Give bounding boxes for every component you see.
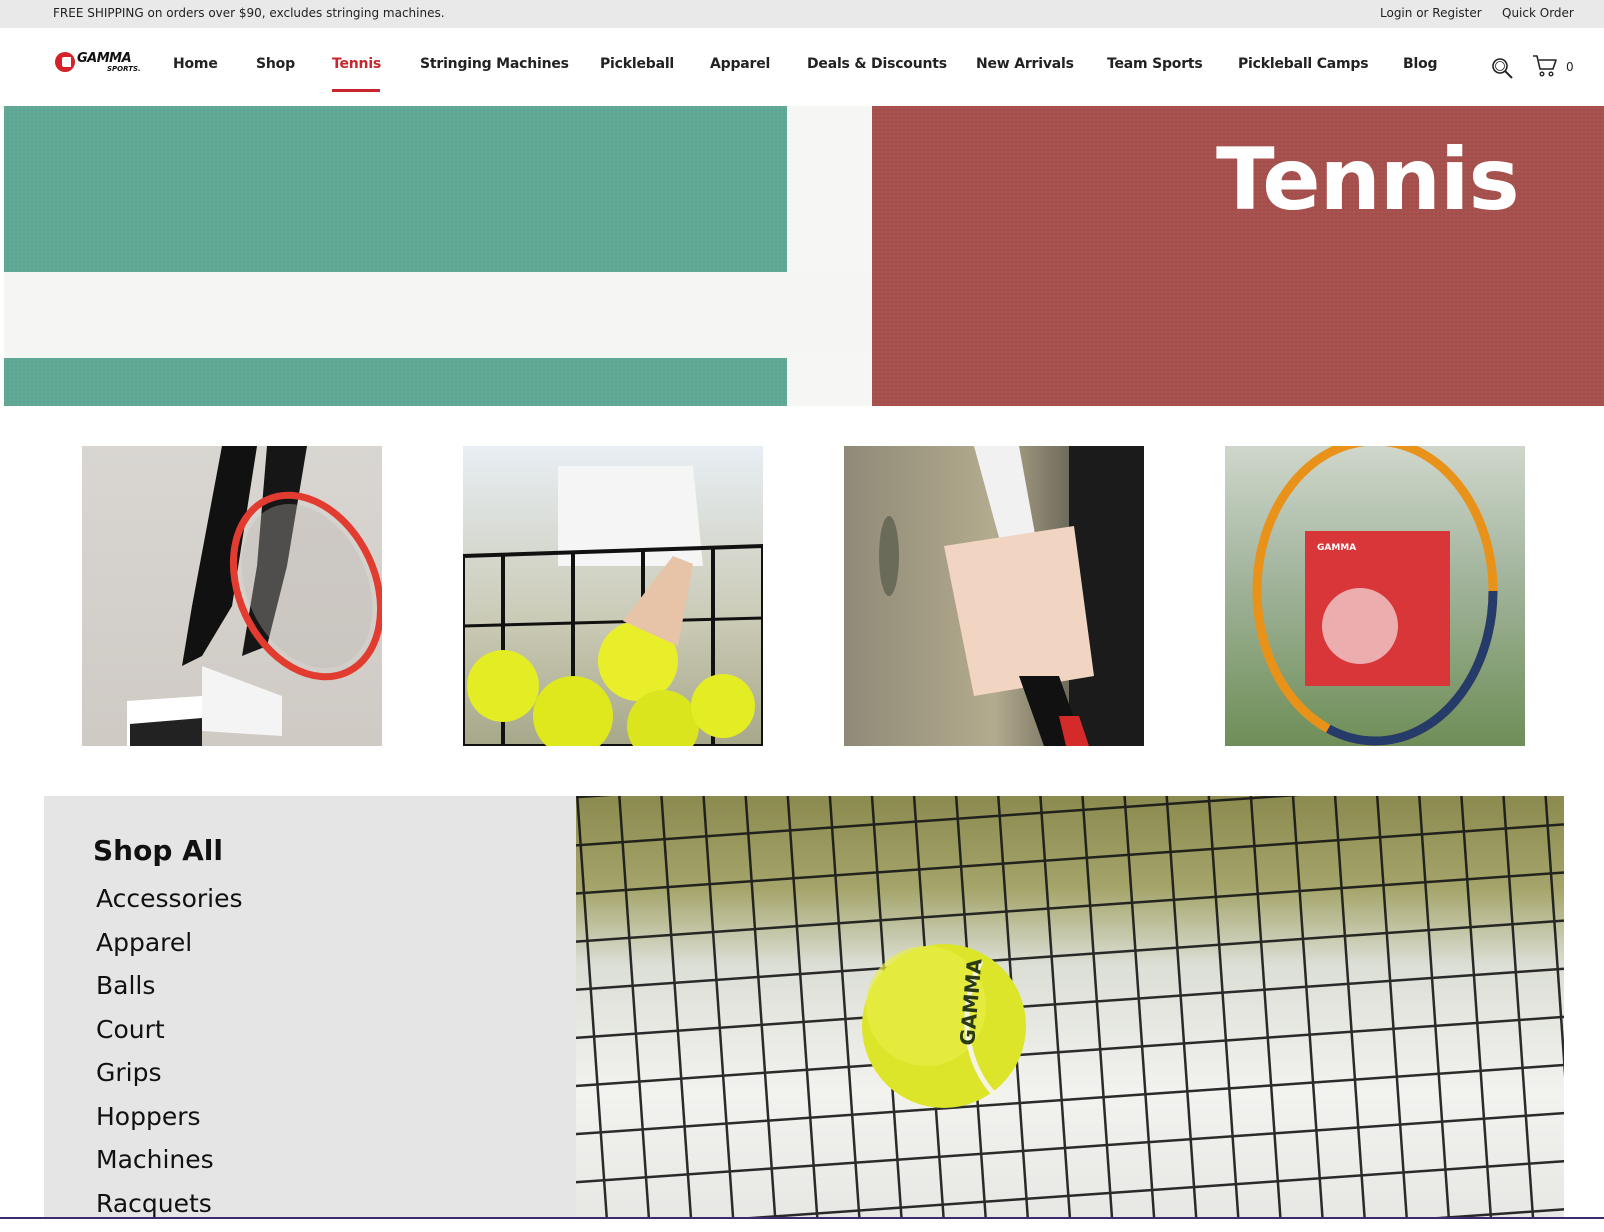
free-shipping-message: FREE SHIPPING on orders over $90, exclud… bbox=[53, 6, 445, 20]
nav-pickleball[interactable]: Pickleball bbox=[600, 56, 674, 72]
logo-mark bbox=[55, 52, 75, 72]
nav-new-arrivals[interactable]: New Arrivals bbox=[976, 56, 1074, 72]
category-link-balls[interactable]: Balls bbox=[96, 971, 243, 1015]
nav-tennis[interactable]: Tennis bbox=[332, 56, 381, 72]
racquet-grip-photo bbox=[844, 446, 1144, 746]
tile-ball-hopper[interactable] bbox=[463, 446, 763, 746]
account-links: Login or Register bbox=[1380, 6, 1482, 20]
tennis-net-photo: GAMMA bbox=[576, 796, 1564, 1219]
tile-string-pack[interactable]: GAMMA bbox=[1225, 446, 1525, 746]
svg-text:GAMMA: GAMMA bbox=[1317, 543, 1356, 553]
announcement-bar: FREE SHIPPING on orders over $90, exclud… bbox=[0, 0, 1604, 28]
search-icon[interactable] bbox=[1490, 56, 1514, 80]
string-pack-photo: GAMMA bbox=[1225, 446, 1525, 746]
nav-deals-discounts[interactable]: Deals & Discounts bbox=[807, 56, 947, 72]
active-nav-underline bbox=[332, 89, 380, 92]
tile-racquet-grip[interactable] bbox=[844, 446, 1144, 746]
category-link-hoppers[interactable]: Hoppers bbox=[96, 1102, 243, 1146]
site-header: GAMMA SPORTS. Home Shop Tennis Stringing… bbox=[0, 28, 1604, 106]
racquet-player-photo bbox=[82, 446, 382, 746]
nav-blog[interactable]: Blog bbox=[1403, 56, 1437, 72]
category-link-accessories[interactable]: Accessories bbox=[96, 884, 243, 928]
category-link-court[interactable]: Court bbox=[96, 1015, 243, 1059]
logo-subtext: SPORTS. bbox=[107, 65, 141, 73]
gamma-sports-logo[interactable]: GAMMA SPORTS. bbox=[55, 51, 139, 75]
nav-home[interactable]: Home bbox=[173, 56, 218, 72]
net-ball-image: GAMMA bbox=[576, 796, 1564, 1219]
nav-shop[interactable]: Shop bbox=[256, 56, 295, 72]
cart-icon[interactable] bbox=[1532, 54, 1558, 78]
nav-pickleball-camps[interactable]: Pickleball Camps bbox=[1238, 56, 1368, 72]
quick-order-link[interactable]: Quick Order bbox=[1502, 6, 1574, 20]
category-link-grips[interactable]: Grips bbox=[96, 1058, 243, 1102]
category-link-apparel[interactable]: Apparel bbox=[96, 928, 243, 972]
shop-category-list: Accessories Apparel Balls Court Grips Ho… bbox=[96, 884, 243, 1232]
nav-team-sports[interactable]: Team Sports bbox=[1107, 56, 1203, 72]
nav-stringing-machines[interactable]: Stringing Machines bbox=[420, 56, 569, 72]
cart-count: 0 bbox=[1566, 60, 1574, 74]
login-link[interactable]: Login bbox=[1380, 6, 1412, 20]
register-link[interactable]: or Register bbox=[1416, 6, 1482, 20]
shop-all-panel: Shop All Accessories Apparel Balls Court… bbox=[44, 796, 576, 1219]
logo-wordmark: GAMMA bbox=[77, 51, 131, 66]
nav-apparel[interactable]: Apparel bbox=[710, 56, 770, 72]
hero-title: Tennis bbox=[1216, 130, 1519, 230]
hero-banner: Tennis bbox=[4, 106, 1604, 406]
ball-hopper-photo bbox=[463, 446, 763, 746]
category-link-racquets[interactable]: Racquets bbox=[96, 1189, 243, 1232]
tile-racquet-player[interactable] bbox=[82, 446, 382, 746]
category-link-machines[interactable]: Machines bbox=[96, 1145, 243, 1189]
shop-all-heading: Shop All bbox=[93, 834, 223, 867]
